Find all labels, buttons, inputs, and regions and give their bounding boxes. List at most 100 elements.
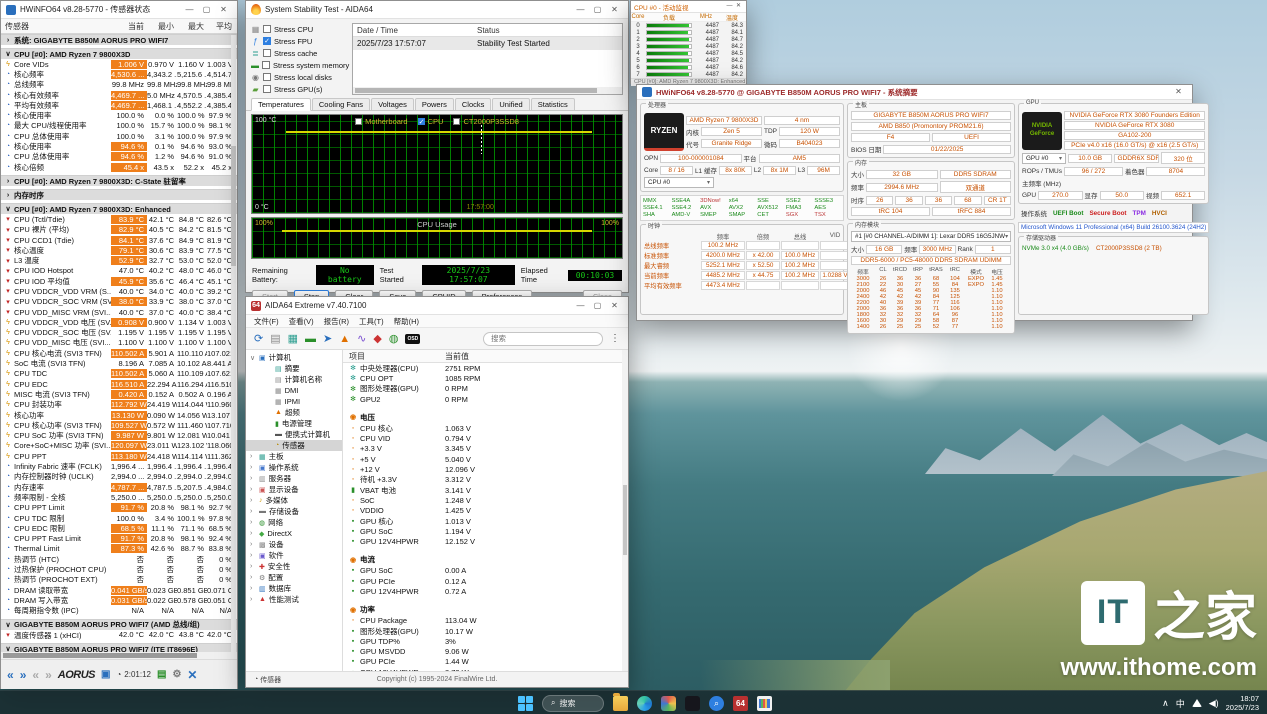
value-row[interactable]: ▪GPU 12V4HPWR 0.72 A: [343, 586, 628, 596]
taskbar-search[interactable]: ⌕ 搜索: [542, 695, 604, 712]
value-row[interactable]: ◦+5 V 5.040 V: [343, 454, 628, 464]
sensor-row[interactable]: ◔DRAM 写入带宽 0.031 GB/s 0.022 GB/s 0.578 G…: [1, 595, 237, 605]
sensor-row[interactable]: ∨CPU [#0]: AMD Ryzen 7 9800X3D: [1, 48, 237, 59]
sst-tab[interactable]: Statistics: [531, 98, 575, 110]
tree-expand-icon[interactable]: ›: [250, 541, 256, 548]
value-row[interactable]: ▪GPU 核心 1.013 V: [343, 516, 628, 526]
photos-app-icon[interactable]: [661, 696, 676, 711]
sensor-row[interactable]: ϟCPU EDC 116.510 A 22.294 A 116.294 A 11…: [1, 379, 237, 389]
legend-checkbox[interactable]: [355, 118, 362, 125]
sensor-row[interactable]: ◔核心频率 4,530.6 ... 4,343.2 ... 5,215.6 ..…: [1, 69, 237, 79]
value-row[interactable]: ✻CPU OPT 1085 RPM: [343, 373, 628, 383]
sensor-row[interactable]: ◔最大 CPU/线程使用率 100.0 % 15.7 % 100.0 % 98.…: [1, 121, 237, 131]
sensor-row[interactable]: ϟCPU TDC 110.502 A 5.060 A 110.109 A 107…: [1, 369, 237, 379]
maximize-icon[interactable]: ▢: [198, 2, 215, 18]
start-button[interactable]: [518, 696, 533, 711]
stress-option[interactable]: ◉ Stress local disks: [251, 71, 347, 83]
sensor-row[interactable]: ϟCPU VDDCR_SOC 电压 (SV... 1.195 V 1.195 V…: [1, 328, 237, 338]
stress-option[interactable]: ▰ Stress GPU(s): [251, 83, 347, 95]
sensor-row[interactable]: ◔CPU PPT Limit 91.7 % 20.8 % 98.1 % 92.7…: [1, 503, 237, 513]
tree-expand-icon[interactable]: ›: [250, 486, 256, 493]
value-row[interactable]: ▪GPU SoC 1.194 V: [343, 526, 628, 536]
minimize-icon[interactable]: —: [181, 2, 198, 18]
toolbar-icon[interactable]: ⟳: [254, 332, 263, 345]
drive-row[interactable]: NVMe 3.0 x4 (4.0 GB/s) CT2000P3SSD8 (2 T…: [1022, 245, 1205, 252]
close-icon[interactable]: ✕: [215, 2, 232, 18]
tree-item[interactable]: › ▥ 数据库: [246, 583, 342, 594]
sensor-row[interactable]: ▾CPU CCD1 (Tdie) 84.1 °C 37.6 °C 84.9 °C…: [1, 235, 237, 245]
sst-tab[interactable]: Powers: [415, 98, 454, 110]
value-row[interactable]: ▪GPU PCIe 1.44 W: [343, 657, 628, 667]
stress-checkbox[interactable]: [262, 61, 270, 69]
stress-checkbox[interactable]: [263, 85, 271, 93]
file-explorer-icon[interactable]: [613, 696, 628, 711]
tree-item[interactable]: › ▬ 存储设备: [246, 506, 342, 517]
app-icon-dark[interactable]: [685, 696, 700, 711]
toolbar-icon[interactable]: ◆: [373, 332, 381, 345]
tree-item[interactable]: ▲ 超频: [246, 407, 342, 418]
sensor-row[interactable]: ◔核心使用率 94.6 % 0.1 % 94.6 % 93.0 %: [1, 141, 237, 151]
minimize-icon[interactable]: —: [572, 2, 589, 18]
tree-expand-icon[interactable]: ›: [250, 519, 256, 526]
sst-tab[interactable]: Unified: [492, 98, 529, 110]
value-row[interactable]: ▪GPU SoC 0.00 A: [343, 566, 628, 576]
value-row[interactable]: ◉电压: [343, 411, 628, 423]
legend-item[interactable]: CPU: [418, 117, 444, 126]
sensor-row[interactable]: ◔总线频率 99.8 MHz 99.8 MHz 99.8 MHz 99.8 MH…: [1, 80, 237, 90]
stress-option[interactable]: ▬ Stress system memory: [251, 59, 347, 71]
report-icon[interactable]: ▤: [157, 669, 166, 680]
tree-expand-icon[interactable]: ›: [250, 574, 256, 581]
value-row[interactable]: ▪GPU MSVDD 9.06 W: [343, 647, 628, 657]
aida64-taskbar-icon[interactable]: 64: [733, 696, 748, 711]
value-row[interactable]: [343, 547, 628, 552]
sst-tab[interactable]: Voltages: [371, 98, 414, 110]
tree-expand-icon[interactable]: ›: [250, 508, 256, 515]
sensor-row[interactable]: ›内存时序: [1, 189, 237, 200]
wifi-icon[interactable]: [1192, 699, 1202, 707]
page-back-icon[interactable]: «: [7, 668, 14, 682]
sensor-row[interactable]: ◔过热保护 (PROCHOT CPU) 否 否 否 0 %: [1, 564, 237, 574]
value-row[interactable]: ◦SoC 1.248 V: [343, 495, 628, 505]
stress-checkbox[interactable]: [263, 49, 271, 57]
menu-item[interactable]: 文件(F): [254, 316, 279, 327]
kebab-menu-icon[interactable]: ⋮: [610, 333, 620, 344]
tree-item[interactable]: › ⚙ 配置: [246, 572, 342, 583]
sensor-row[interactable]: ϟ核心功率 13.130 W 0.090 W 14.056 W 13.107 W: [1, 410, 237, 420]
tree-expand-icon[interactable]: ›: [250, 497, 256, 504]
stress-checkbox[interactable]: [263, 37, 271, 45]
value-row[interactable]: ✻GPU2 0 RPM: [343, 394, 628, 404]
close-icon[interactable]: ✕: [734, 1, 743, 12]
minimize-icon[interactable]: —: [572, 298, 589, 314]
sensor-row[interactable]: ▾CPU IOD Hotspot 47.0 °C 40.2 °C 48.0 °C…: [1, 266, 237, 276]
sensor-vscrollbar[interactable]: [231, 35, 236, 653]
sensor-row[interactable]: ◔内存速率 4,787.7 ... 4,787.5 ... 5,207.5 ..…: [1, 482, 237, 492]
tree-item[interactable]: › ▣ 操作系统: [246, 462, 342, 473]
sensor-row[interactable]: ▾核心温度 79.1 °C 30.6 °C 83.9 °C 77.5 °C: [1, 245, 237, 255]
sensor-row[interactable]: ▾CPU VDDCR_VDD VRM (S... 40.0 °C 34.0 °C…: [1, 286, 237, 296]
value-row[interactable]: ◉电流: [343, 554, 628, 566]
next-icon[interactable]: »: [45, 668, 52, 682]
sensor-row[interactable]: ∨GIGABYTE B850M AORUS PRO WIFI7 (ITE IT8…: [1, 643, 237, 652]
tray-clock[interactable]: 18:07 2025/7/23: [1226, 694, 1259, 713]
menu-item[interactable]: 帮助(H): [394, 316, 419, 327]
summary-titlebar[interactable]: HWiNFO64 v8.28-5770 @ GIGABYTE B850M AOR…: [637, 85, 1192, 100]
tree-item[interactable]: ∨ ▣ 计算机: [246, 352, 342, 363]
edge-browser-icon[interactable]: [637, 696, 652, 711]
sensor-row[interactable]: ◔每周期指令数 (IPC) N/A N/A N/A N/A: [1, 606, 237, 616]
tree-item[interactable]: › ✚ 安全性: [246, 561, 342, 572]
sensor-row[interactable]: ◔Thermal Limit 87.3 % 42.6 % 88.7 % 83.8…: [1, 544, 237, 554]
sensor-row[interactable]: ϟCPU PPT 113.180 W 24.418 W 114.114 W 11…: [1, 451, 237, 461]
tree-item[interactable]: ◔ 传感器: [246, 440, 342, 451]
tree-item[interactable]: › ▣ 软件: [246, 550, 342, 561]
value-row[interactable]: ◦+3.3 V 3.345 V: [343, 444, 628, 454]
hwinfo-titlebar[interactable]: HWiNFO64 v8.28-5770 - 传感器状态 — ▢ ✕: [1, 1, 237, 19]
sensor-row[interactable]: ◔核心使用率 100.0 % 0.0 % 100.0 % 97.9 %: [1, 110, 237, 120]
toolbar-icon[interactable]: ➤: [323, 332, 332, 345]
tree-expand-icon[interactable]: ›: [250, 552, 256, 559]
close-icon[interactable]: ✕: [606, 2, 623, 18]
legend-item[interactable]: CT2000P3SSD8: [453, 117, 518, 126]
sensor-row[interactable]: ›CPU [#0]: AMD Ryzen 7 9800X3D: C-State …: [1, 175, 237, 186]
value-row[interactable]: ▪GPU TDP% 3%: [343, 636, 628, 646]
sensor-row[interactable]: ϟCPU 核心功率 (SVI3 TFN) 109.527 W 0.572 W 1…: [1, 420, 237, 430]
value-row[interactable]: [343, 404, 628, 409]
